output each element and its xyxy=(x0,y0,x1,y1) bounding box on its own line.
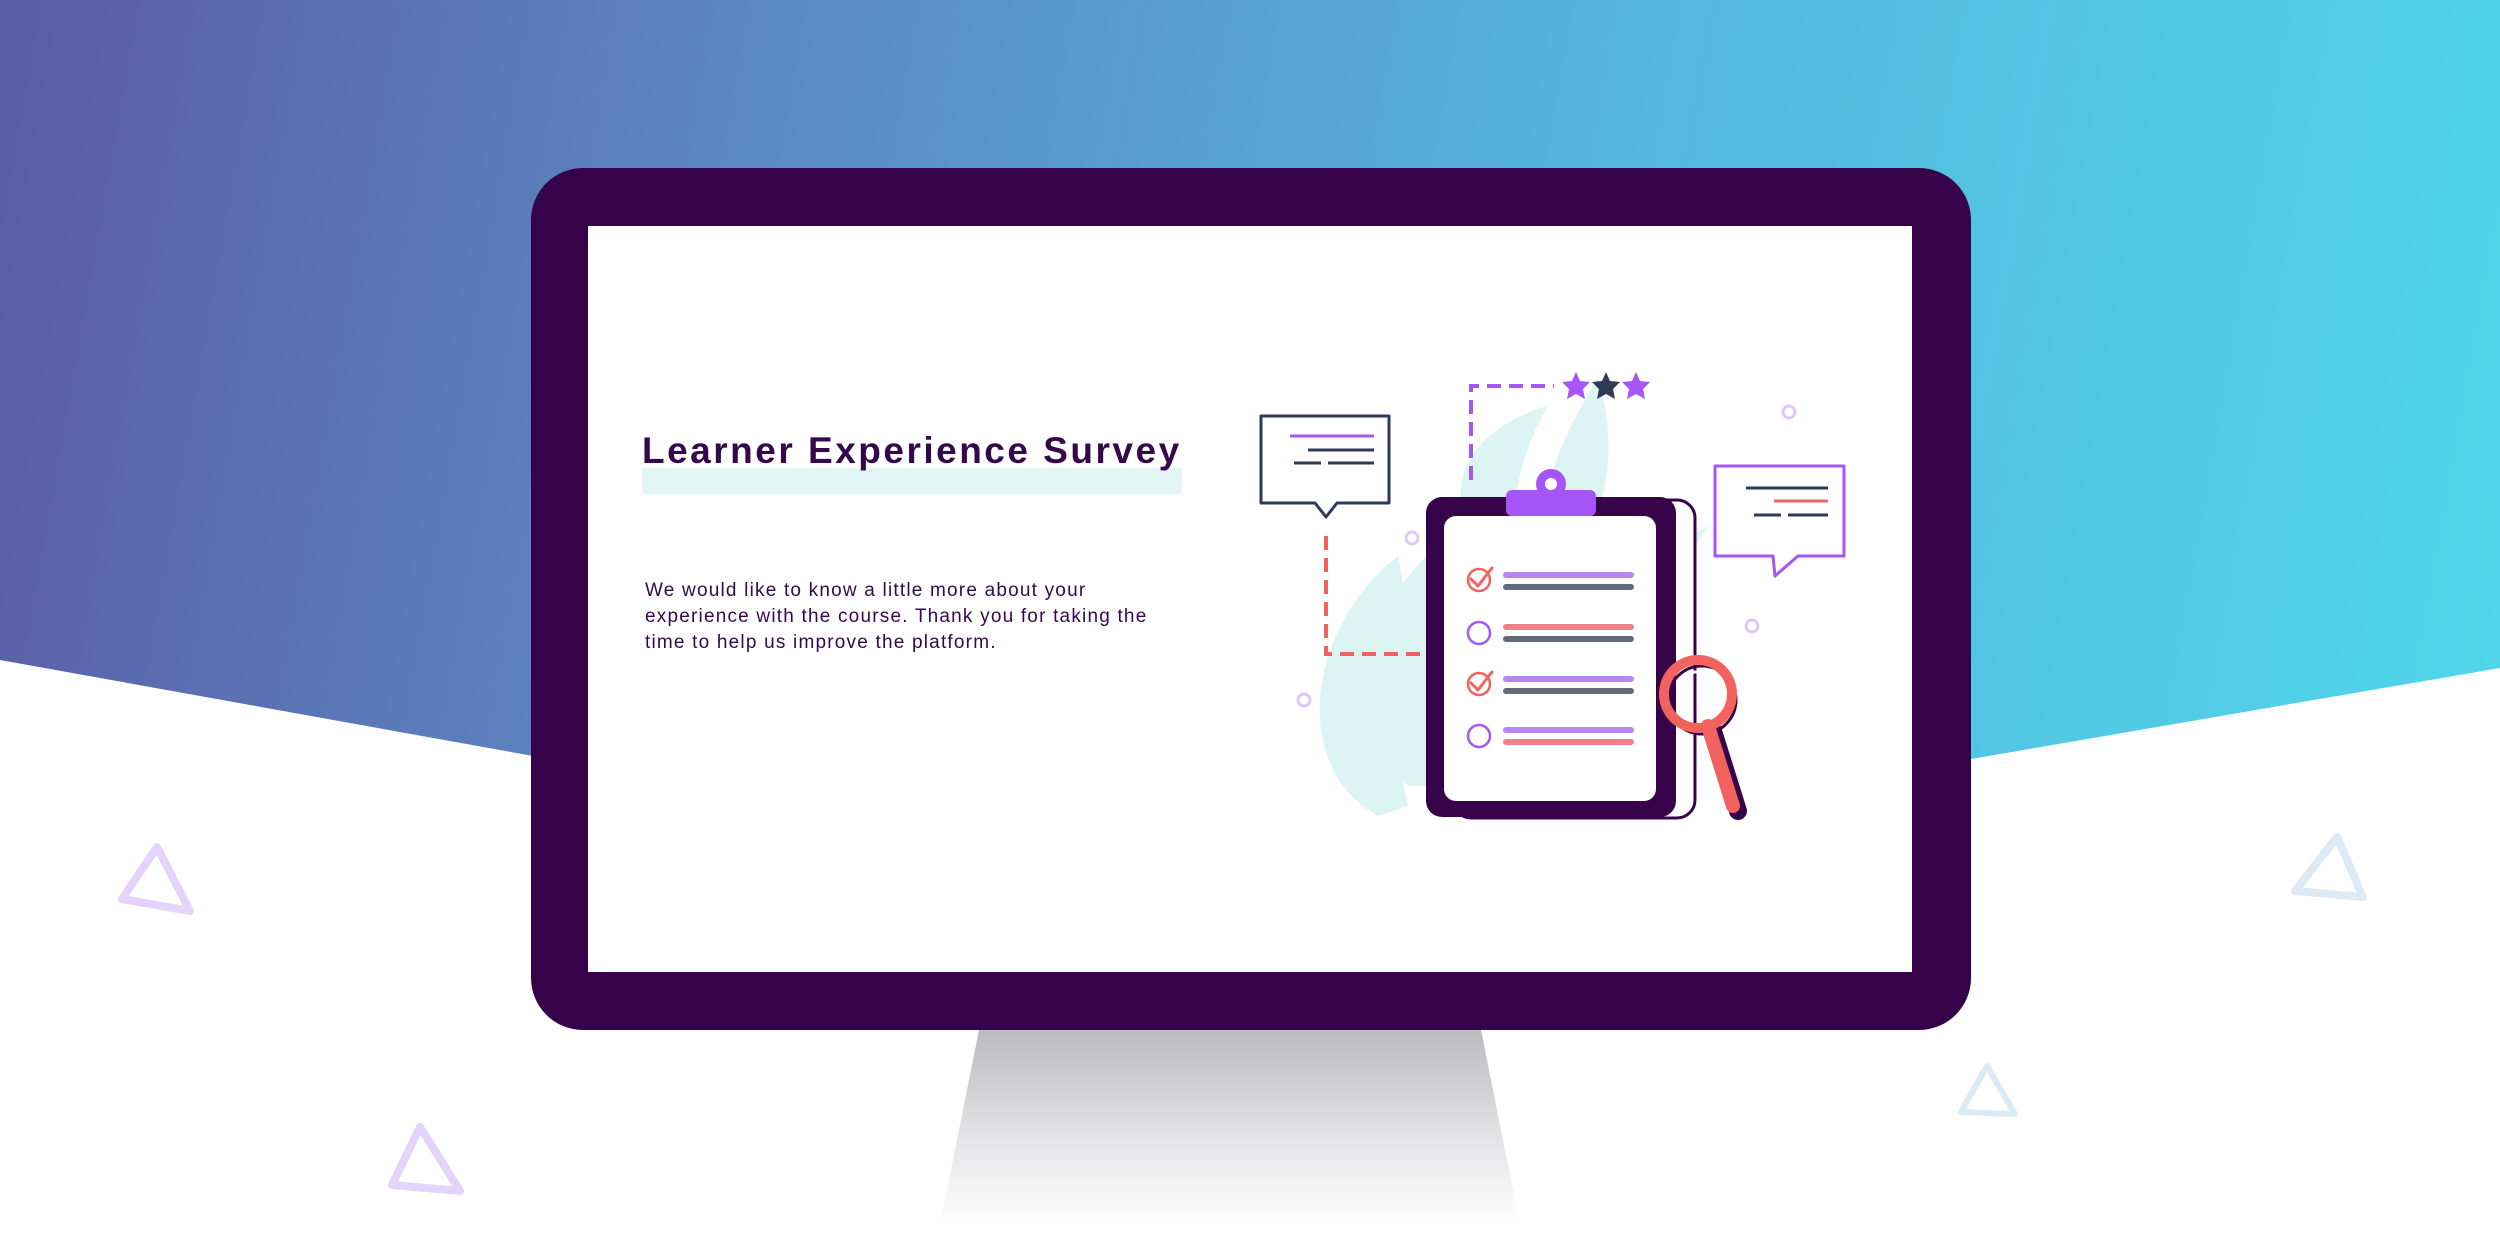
speech-bubble-icon xyxy=(1259,414,1391,519)
monitor-screen: Learner Experience Survey We would like … xyxy=(588,226,1912,972)
clipboard-icon xyxy=(1426,469,1697,820)
star-icon xyxy=(1562,372,1590,399)
speech-bubble-icon xyxy=(1713,464,1846,578)
triangle-icon xyxy=(1958,1063,2018,1117)
star-icon xyxy=(1622,372,1650,399)
survey-illustration xyxy=(1259,372,1846,820)
monitor-stand xyxy=(940,1025,1520,1225)
triangle-icon xyxy=(118,843,194,915)
decor-circle xyxy=(1744,618,1760,634)
decor-circle xyxy=(1404,530,1420,546)
decor-circle xyxy=(1781,404,1797,420)
triangle-icon xyxy=(2291,833,2367,901)
rating-stars xyxy=(1562,372,1650,399)
decor-circle xyxy=(1296,692,1312,708)
triangle-icon xyxy=(388,1123,464,1195)
